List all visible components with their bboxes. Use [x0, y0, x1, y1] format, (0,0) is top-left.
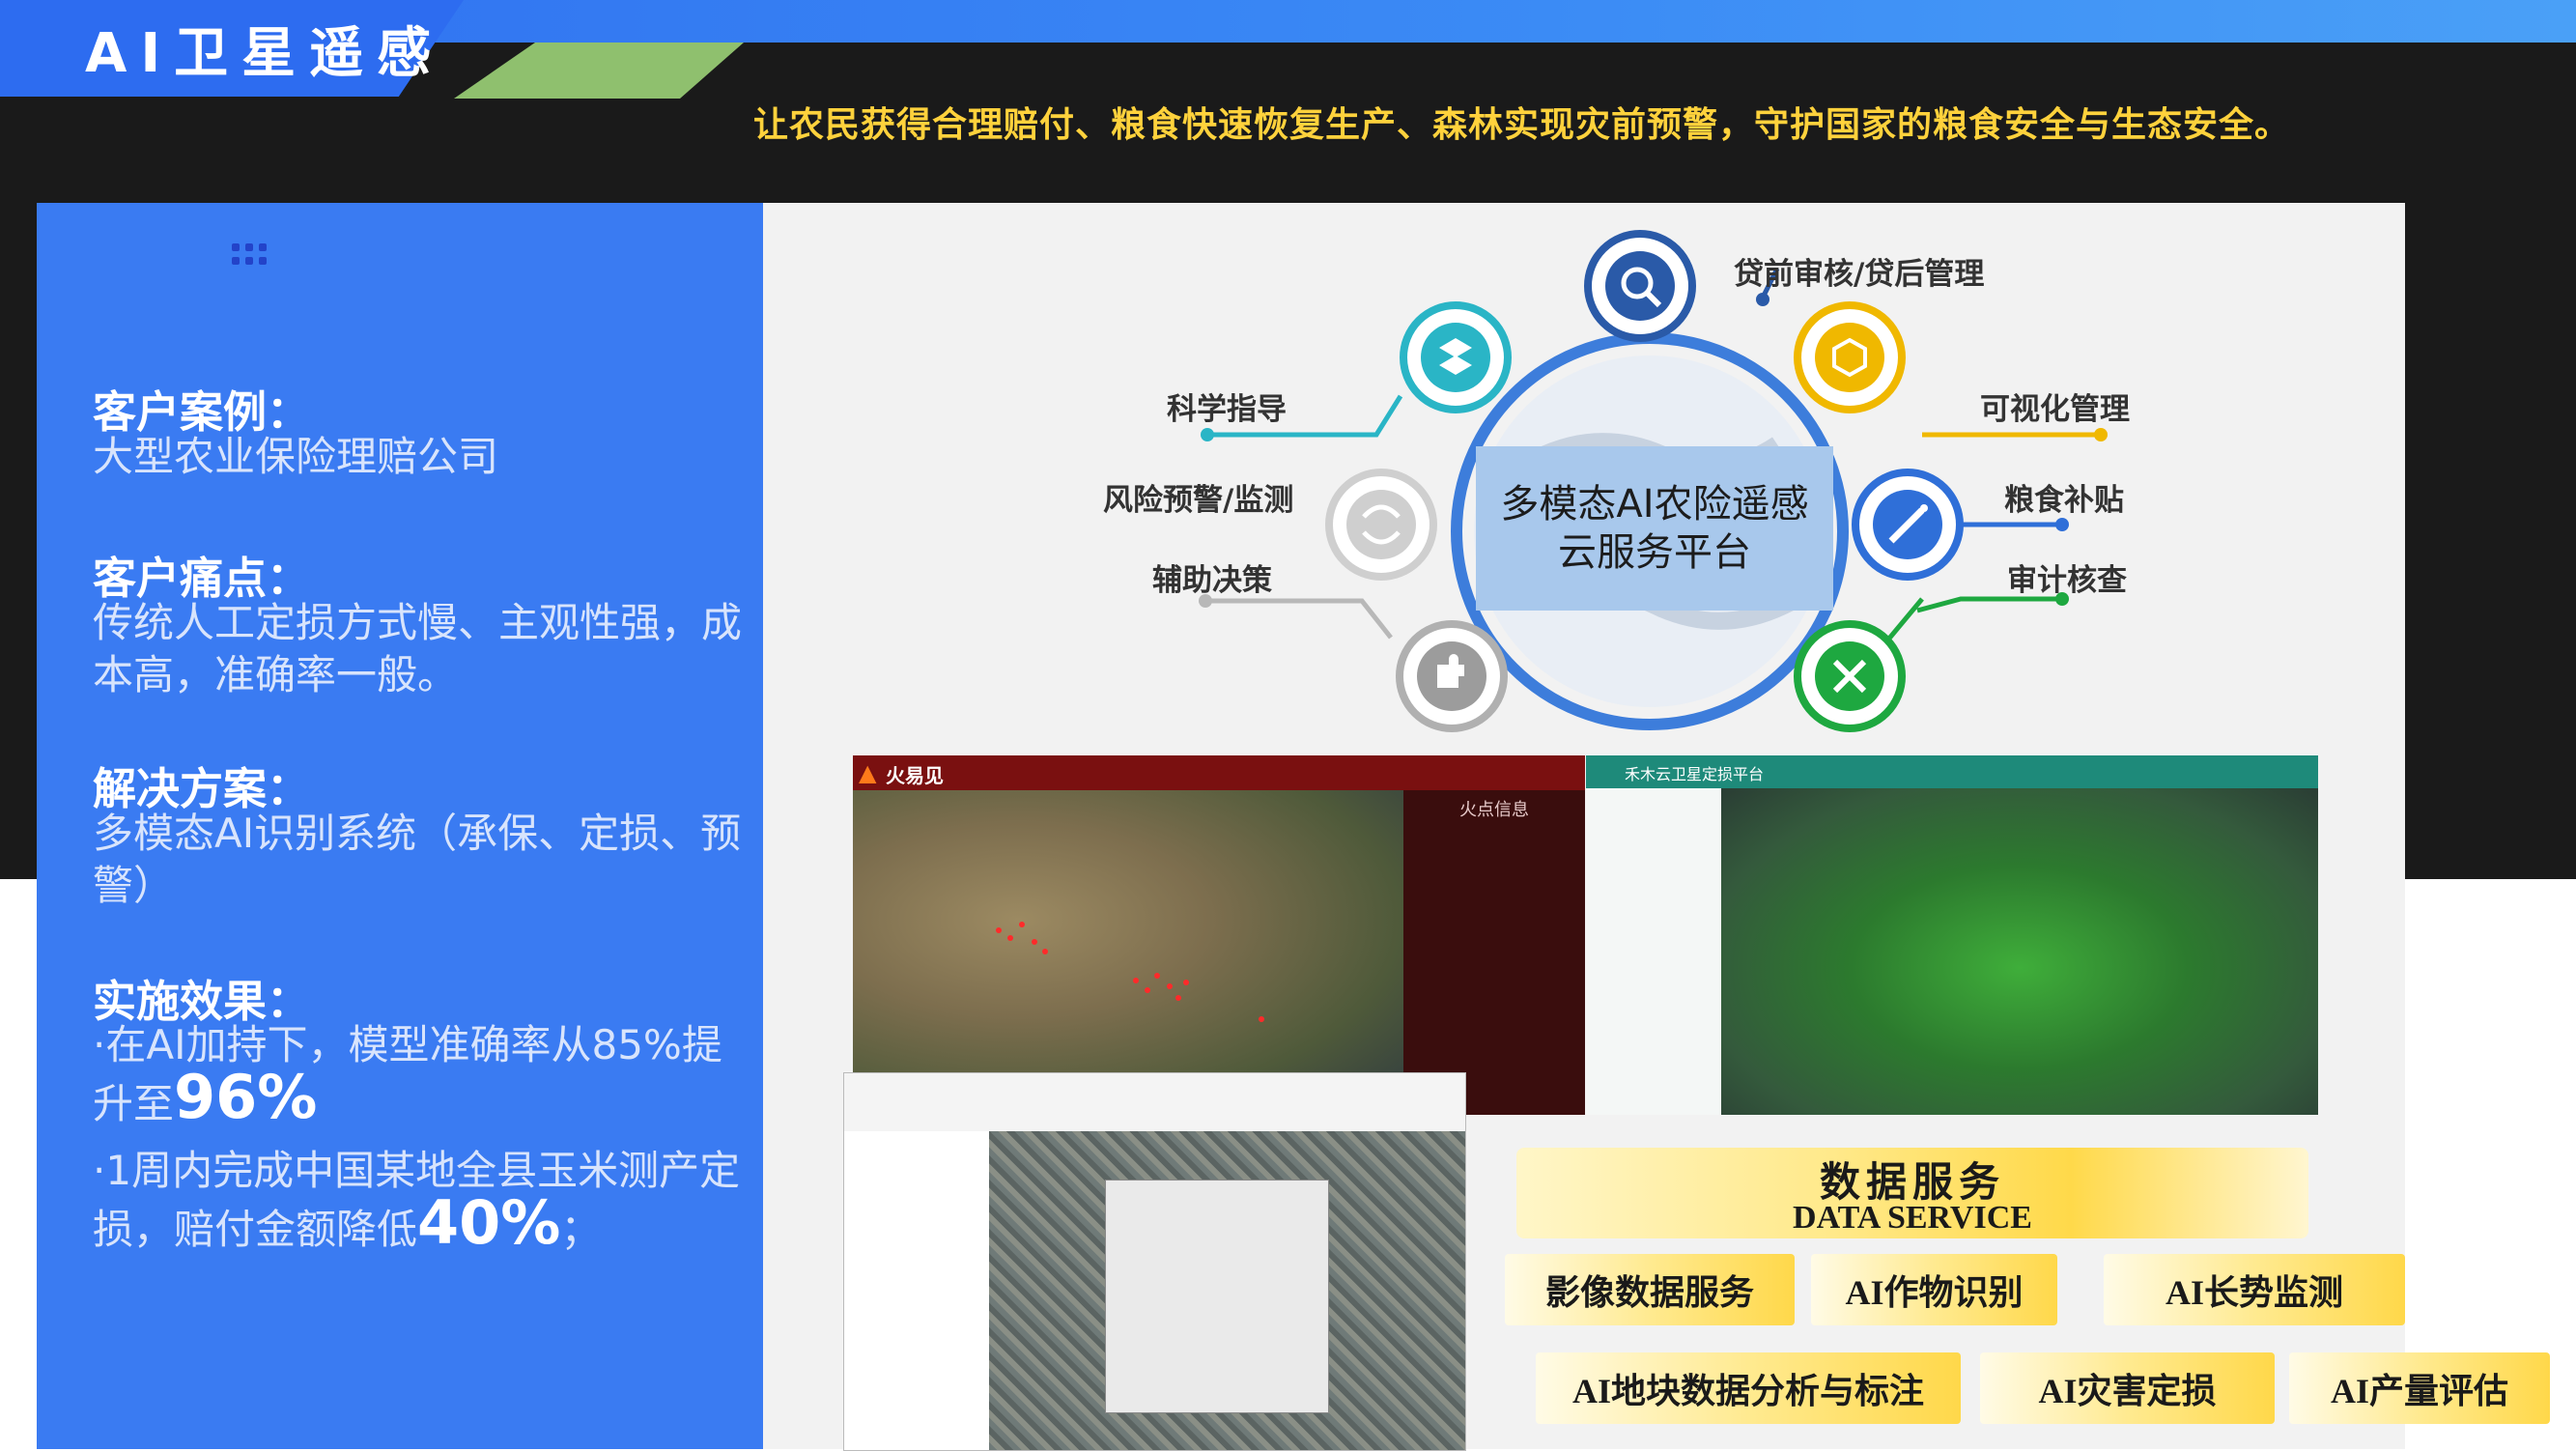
service-tag: AI灾害定损 — [1980, 1352, 2275, 1424]
service-tag: AI作物识别 — [1811, 1254, 2057, 1325]
fire-info-panel: 火点信息 — [1403, 790, 1585, 1115]
pain-text: 传统人工定损方式慢、主观性强，成本高，准确率一般。 — [93, 599, 743, 698]
service-tag: AI地块数据分析与标注 — [1536, 1352, 1961, 1424]
connector-decision — [1205, 598, 1393, 640]
fire-point — [1042, 949, 1048, 954]
label-visual: 可视化管理 — [1980, 392, 2130, 427]
page-title: AI卫星遥感 — [85, 22, 445, 85]
audit-icon — [1794, 620, 1906, 732]
visual-icon — [1794, 301, 1906, 413]
label-risk: 风险预警/监测 — [1103, 483, 1294, 518]
effect-item-payout: ·1周内完成中国某地全县玉米测产定损，赔付金额降低40%； — [93, 1145, 750, 1256]
fire-point — [1259, 1016, 1264, 1022]
platform-panel: 贷前审核/贷后管理 科学指导 可视化管理 风险预警/监测 粮食补贴 辅助决策 审… — [763, 203, 2550, 1451]
platform-diagram: 贷前审核/贷后管理 科学指导 可视化管理 风险预警/监测 粮食补贴 辅助决策 审… — [763, 203, 2405, 744]
fire-point — [1154, 973, 1160, 979]
fire-satellite-map — [853, 790, 1403, 1115]
fire-point — [996, 927, 1002, 933]
case-text: 大型农业保险理赔公司 — [93, 433, 499, 480]
fire-titlebar: ▲ 火易见 — [853, 755, 1585, 790]
agri-titlebar: 禾木云卫星定损平台 — [1586, 755, 2318, 788]
fire-app-title: 火易见 — [886, 764, 944, 787]
grain-icon — [1852, 469, 1964, 581]
data-service-banner: 数据服务 DATA SERVICE — [1516, 1148, 2308, 1238]
risk-icon — [1325, 469, 1437, 581]
accuracy-value: 96% — [174, 1062, 318, 1132]
fire-monitor-screenshot: ▲ 火易见 火点信息 — [853, 755, 1585, 1115]
fire-point — [1167, 983, 1173, 989]
agri-platform-screenshot: 禾木云卫星定损平台 — [1586, 755, 2318, 1115]
gis-tool-screenshot — [843, 1072, 1466, 1451]
gis-settings-dialog — [1105, 1180, 1329, 1413]
service-tag: AI长势监测 — [2104, 1254, 2405, 1325]
label-decision: 辅助决策 — [1152, 563, 1272, 598]
service-tag: 影像数据服务 — [1505, 1254, 1795, 1325]
connector-audit — [1916, 596, 2062, 613]
loan-icon — [1584, 230, 1696, 342]
tagline: 让农民获得合理赔付、粮食快速恢复生产、森林实现灾前预警，守护国家的粮食安全与生态… — [753, 105, 2291, 145]
fire-point — [1133, 978, 1139, 983]
endpoint-science — [1201, 428, 1214, 441]
agri-app-title: 禾木云卫星定损平台 — [1625, 765, 1765, 783]
label-science: 科学指导 — [1167, 392, 1287, 427]
fire-point — [1183, 980, 1189, 985]
solution-text: 多模态AI识别系统（承保、定损、预警） — [93, 810, 742, 909]
endpoint-visual — [2094, 428, 2108, 441]
fire-point — [1007, 935, 1013, 941]
label-audit: 审计核查 — [2007, 563, 2127, 598]
payout-value: 40% — [417, 1187, 561, 1258]
science-icon — [1400, 301, 1512, 413]
fire-point — [1019, 922, 1025, 927]
endpoint-loan — [1756, 293, 1769, 306]
service-tag: AI产量评估 — [2289, 1352, 2550, 1424]
gis-toolbar — [844, 1073, 1465, 1132]
fire-info-title: 火点信息 — [1459, 800, 1529, 820]
flame-icon: ▲ — [859, 759, 877, 786]
dots-icon — [232, 243, 272, 272]
label-loan: 贷前审核/贷后管理 — [1734, 257, 1985, 292]
effect-item-accuracy: ·在AI加持下，模型准确率从85%提升至96% — [93, 1019, 750, 1130]
agri-crop-map — [1721, 788, 2318, 1115]
effect-payout-end: ； — [560, 1206, 602, 1253]
endpoint-grain — [2055, 518, 2069, 531]
data-service-subtitle: DATA SERVICE — [1793, 1200, 2032, 1236]
case-panel: 客户案例： 大型农业保险理赔公司 客户痛点： 传统人工定损方式慢、主观性强，成本… — [37, 203, 763, 1449]
fire-point — [1145, 987, 1150, 993]
agri-side-menu — [1586, 788, 1721, 1115]
fire-point — [1032, 939, 1037, 945]
decision-icon — [1396, 620, 1508, 732]
platform-center-box: 多模态AI农险遥感云服务平台 — [1476, 446, 1833, 611]
label-grain: 粮食补贴 — [2004, 483, 2124, 518]
gis-layer-tree — [844, 1131, 989, 1450]
fire-point — [1175, 995, 1181, 1001]
